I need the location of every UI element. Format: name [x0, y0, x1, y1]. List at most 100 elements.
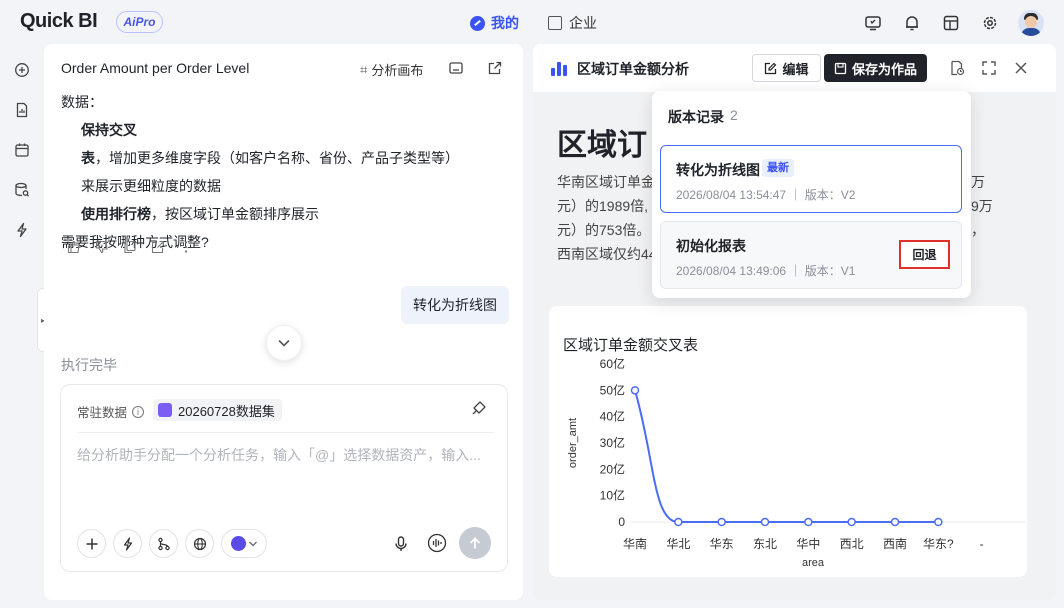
x-tick-label: 东北 — [753, 537, 777, 551]
suggestion-keep-crosstab: 保持交叉表，增加更多维度字段（如客户名称、省份、产品子类型等） — [61, 116, 511, 172]
version-history-popup: 版本记录 2 转化为折线图 最新 2026/08/04 13:54:47 ｜ 版… — [652, 91, 971, 298]
line-chart[interactable]: 0 10亿 20亿 30亿 40亿 50亿 60亿 order_amt 华南 华北 华东 东北 华中 西北… — [549, 306, 1027, 577]
model-selector[interactable] — [221, 529, 267, 558]
version-meta: 2026/08/04 13:54:47 ｜ 版本：V2 — [676, 188, 856, 202]
bell-icon[interactable] — [901, 12, 923, 34]
voice-wave-icon[interactable] — [427, 533, 447, 553]
version-count: 2 — [730, 107, 738, 123]
rollback-button[interactable]: 回退 — [899, 240, 950, 269]
resident-data-text: 常驻数据 — [77, 406, 128, 420]
x-tick-label: 西北 — [840, 537, 864, 551]
feedback-row — [66, 239, 193, 254]
data-point — [760, 517, 770, 527]
latest-badge: 最新 — [762, 159, 794, 177]
report-title: 区域订单金额分析 — [577, 61, 689, 77]
report-summary-right: 万 9万 ， — [971, 170, 1011, 242]
info-icon[interactable]: i — [132, 405, 145, 418]
y-tick-label: 40亿 — [600, 409, 625, 424]
aipro-badge: AiPro — [116, 11, 163, 33]
edit-button[interactable]: 编辑 — [752, 54, 821, 82]
lightning-tool-icon[interactable] — [113, 529, 142, 558]
thumbs-up-icon[interactable] — [66, 239, 81, 254]
y-tick-label: 0 — [618, 515, 625, 529]
open-external-icon[interactable] — [486, 59, 504, 77]
top-bar: Quick BI AiPro 我的 企业 — [0, 0, 1064, 44]
nav-enterprise[interactable]: 企业 — [548, 13, 597, 33]
copy-icon[interactable] — [122, 239, 137, 254]
report-main-title: 区域订 — [557, 129, 647, 162]
chat-panel: Order Amount per Order Level ⌗ 分析画布 数据： … — [44, 44, 523, 600]
chevron-down-icon — [278, 340, 290, 347]
gear-icon[interactable] — [979, 12, 1001, 34]
dataset-cube-icon — [158, 403, 172, 417]
x-tick-label: 华东 — [710, 537, 734, 551]
left-rail — [0, 50, 44, 250]
canvas-icon: ⌗ — [360, 61, 368, 77]
x-tick-label: 华北 — [666, 537, 690, 551]
data-point — [934, 517, 943, 527]
workflow-icon[interactable] — [149, 529, 178, 558]
y-tick-label: 60亿 — [600, 356, 625, 371]
version-history-icon[interactable] — [948, 59, 966, 77]
suggestion-ranking: 使用排行榜，按区域订单金额排序展示 — [61, 200, 511, 228]
chat-input-field[interactable]: 给分析助手分配一个分析任务，输入「@」选择数据资产，输入... — [77, 445, 481, 465]
scroll-down-button[interactable] — [266, 325, 302, 361]
app-logo[interactable]: Quick BI — [20, 10, 98, 33]
report-summary: 华南区域订单金 元）的1989倍, 元）的753倍。 西南区域仅约44 — [557, 170, 657, 266]
data-point — [890, 517, 900, 527]
analysis-canvas-button[interactable]: ⌗ 分析画布 — [360, 60, 423, 79]
suggestion-keep-text2: 来展示更细粒度的数据 — [81, 178, 221, 194]
send-button[interactable] — [459, 527, 491, 559]
lightning-icon[interactable] — [0, 210, 44, 250]
summary-line: 西南区域仅约44 — [557, 246, 657, 262]
version-popup-title: 版本记录 — [668, 109, 724, 125]
report-header: 区域订单金额分析 编辑 保存为作品 — [533, 44, 1056, 92]
series-line — [634, 390, 939, 523]
screen-icon[interactable] — [862, 12, 884, 34]
version-name: 初始化报表 — [676, 238, 746, 254]
dashboard-icon[interactable] — [940, 12, 962, 34]
fullscreen-icon[interactable] — [980, 59, 998, 77]
nav-mine[interactable]: 我的 — [470, 13, 519, 33]
y-axis-label: order_amt — [567, 418, 579, 468]
data-point — [847, 517, 856, 527]
avatar[interactable] — [1018, 10, 1044, 36]
dataset-name: 20260728数据集 — [178, 403, 275, 419]
summary-line: 华南区域订单金 — [557, 174, 655, 190]
edit-icon — [765, 62, 777, 74]
more-options-icon[interactable] — [178, 239, 193, 254]
new-chat-icon[interactable] — [0, 50, 44, 90]
x-tick-label: 华中 — [796, 536, 820, 551]
summary-line: 元）的753倍。 — [557, 222, 651, 238]
building-icon — [548, 16, 562, 30]
summary-fragment: ， — [971, 222, 985, 238]
suggestion-rank-bold: 使用排行榜 — [81, 206, 151, 222]
share-icon[interactable] — [150, 239, 165, 254]
calendar-icon[interactable] — [0, 130, 44, 170]
close-icon[interactable] — [1012, 59, 1030, 77]
add-icon[interactable] — [77, 529, 106, 558]
save-as-work-label: 保存为作品 — [851, 61, 917, 77]
thumbs-down-icon[interactable] — [94, 239, 109, 254]
chat-input-box: 常驻数据 i 20260728数据集 给分析助手分配一个分析任务，输入「@」选择… — [60, 384, 508, 572]
resident-data-label: 常驻数据 i — [77, 402, 145, 421]
x-tick-label: 华南 — [623, 536, 647, 551]
data-point — [674, 517, 683, 527]
version-item-v2[interactable]: 转化为折线图 最新 2026/08/04 13:54:47 ｜ 版本：V2 — [660, 145, 962, 213]
x-tick-label: 西南 — [883, 536, 907, 551]
microphone-icon[interactable] — [392, 535, 410, 553]
model-logo-icon — [230, 536, 246, 551]
dataset-chip[interactable]: 20260728数据集 — [153, 399, 282, 421]
globe-icon[interactable] — [185, 529, 214, 558]
nav-mine-label: 我的 — [491, 15, 519, 31]
chat-title: Order Amount per Order Level — [61, 60, 250, 76]
version-item-v1[interactable]: 初始化报表 2026/08/04 13:49:06 ｜ 版本：V1 回退 — [660, 221, 962, 289]
folder-icon[interactable] — [447, 59, 465, 77]
brush-icon[interactable] — [471, 400, 487, 416]
database-search-icon[interactable] — [0, 170, 44, 210]
save-as-work-button[interactable]: 保存为作品 — [824, 54, 927, 82]
report-file-icon[interactable] — [0, 90, 44, 130]
x-tick-label: - — [980, 537, 984, 551]
analysis-canvas-label: 分析画布 — [371, 63, 424, 78]
summary-fragment: 万 — [971, 174, 985, 190]
